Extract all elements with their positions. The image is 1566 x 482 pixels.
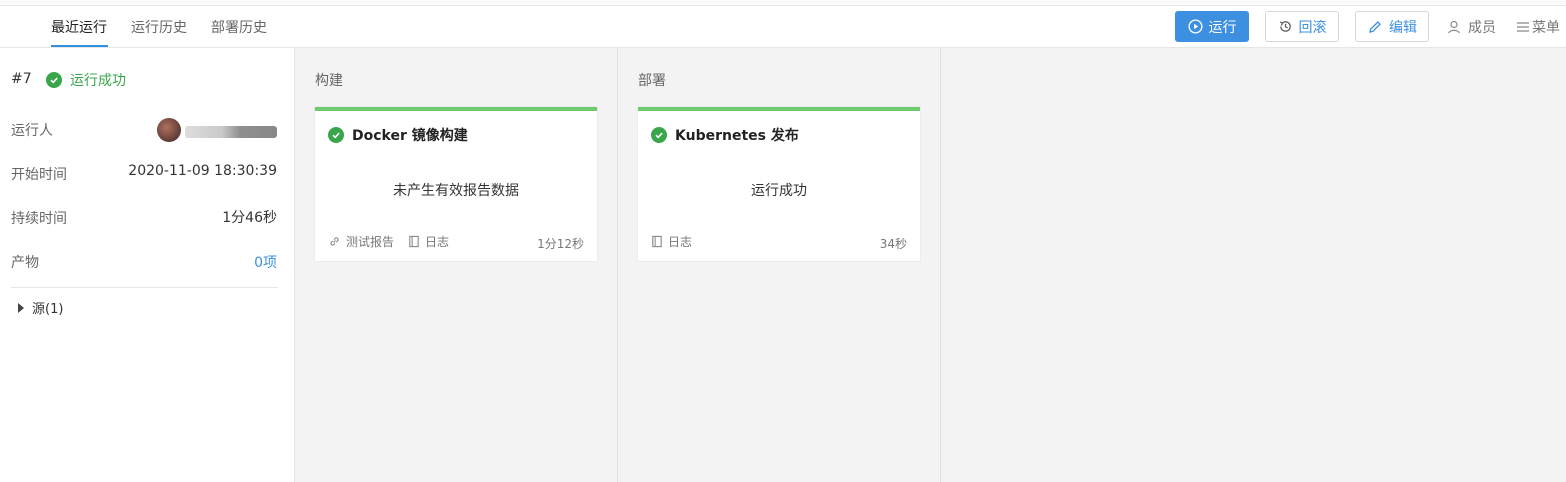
history-icon: [1279, 21, 1291, 32]
job-title: Docker 镜像构建: [328, 125, 468, 145]
source-toggle[interactable]: 源(1): [18, 298, 63, 317]
edit-button[interactable]: 编辑: [1355, 11, 1429, 42]
menu-button[interactable]: 菜单: [1516, 17, 1560, 37]
hamburger-icon: [1517, 22, 1529, 32]
run-number: #7: [11, 71, 32, 87]
members-label: 成员: [1468, 20, 1496, 36]
artifacts-label: 产物: [11, 255, 39, 271]
menu-label: 菜单: [1532, 20, 1560, 36]
log-link[interactable]: 日志: [651, 233, 692, 250]
play-circle-icon: [1187, 19, 1203, 34]
source-label: 源(1): [32, 302, 64, 317]
rollback-button-label: 回滚: [1298, 19, 1327, 36]
start-time-value: 2020-11-09 18:30:39: [128, 163, 277, 179]
duration-label: 持续时间: [11, 211, 67, 227]
book-icon: [652, 235, 662, 248]
stage-title: 构建: [315, 73, 343, 89]
edit-button-label: 编辑: [1389, 19, 1417, 36]
runner-label: 运行人: [11, 123, 53, 139]
log-label: 日志: [668, 235, 693, 249]
run-button-label: 运行: [1208, 19, 1237, 36]
run-status-label: 运行成功: [70, 73, 126, 89]
job-card-k8s-deploy[interactable]: Kubernetes 发布 运行成功 日志 34秒: [638, 107, 920, 261]
success-check-icon: [46, 72, 62, 88]
job-duration: 1分12秒: [537, 237, 584, 251]
run-status: 运行成功: [46, 70, 126, 90]
stage-deploy: 部署 Kubernetes 发布 运行成功 日志 34秒: [618, 48, 941, 482]
caret-right-icon: [18, 302, 24, 313]
divider: [11, 287, 278, 288]
job-message: 运行成功: [751, 183, 807, 199]
success-check-icon: [651, 127, 667, 143]
job-links: 测试报告 日志: [328, 233, 449, 250]
pipeline-stages: 构建 Docker 镜像构建 未产生有效报告数据 测试报告 日志 1分12秒 部…: [295, 48, 1566, 482]
tab-run-history[interactable]: 运行历史: [131, 17, 187, 37]
rollback-button[interactable]: 回滚: [1265, 11, 1339, 42]
test-report-label: 测试报告: [346, 235, 395, 249]
members-button[interactable]: 成员: [1447, 17, 1496, 37]
stage-title: 部署: [638, 73, 666, 89]
job-name: Docker 镜像构建: [352, 128, 468, 144]
run-details-panel: #7 运行成功 运行人 开始时间 2020-11-09 18:30:39 持续时…: [0, 48, 295, 482]
pencil-icon: [1369, 20, 1381, 33]
job-duration: 34秒: [879, 237, 907, 251]
stage-build: 构建 Docker 镜像构建 未产生有效报告数据 测试报告 日志 1分12秒: [295, 48, 618, 482]
runner-name-redacted: [185, 126, 277, 138]
tab-deploy-history[interactable]: 部署历史: [211, 17, 267, 37]
test-report-link[interactable]: 测试报告: [328, 233, 394, 250]
header-bar: 最近运行 运行历史 部署历史 运行 回滚 编辑 成员 菜单: [0, 6, 1566, 48]
tab-recent-runs[interactable]: 最近运行: [51, 17, 107, 37]
job-name: Kubernetes 发布: [675, 128, 799, 144]
job-message: 未产生有效报告数据: [393, 183, 519, 199]
link-icon: [330, 237, 339, 246]
job-card-docker-build[interactable]: Docker 镜像构建 未产生有效报告数据 测试报告 日志 1分12秒: [315, 107, 597, 261]
start-time-label: 开始时间: [11, 167, 67, 183]
avatar[interactable]: [157, 118, 181, 142]
user-icon: [1448, 20, 1460, 34]
log-link[interactable]: 日志: [408, 233, 449, 250]
job-title: Kubernetes 发布: [651, 125, 799, 145]
active-tab-indicator: [51, 45, 108, 47]
duration-value: 1分46秒: [222, 210, 277, 226]
log-label: 日志: [425, 235, 450, 249]
success-check-icon: [328, 127, 344, 143]
book-icon: [409, 235, 419, 248]
job-links: 日志: [651, 233, 692, 250]
artifacts-count-link[interactable]: 0项: [254, 252, 277, 272]
run-button[interactable]: 运行: [1175, 11, 1249, 42]
